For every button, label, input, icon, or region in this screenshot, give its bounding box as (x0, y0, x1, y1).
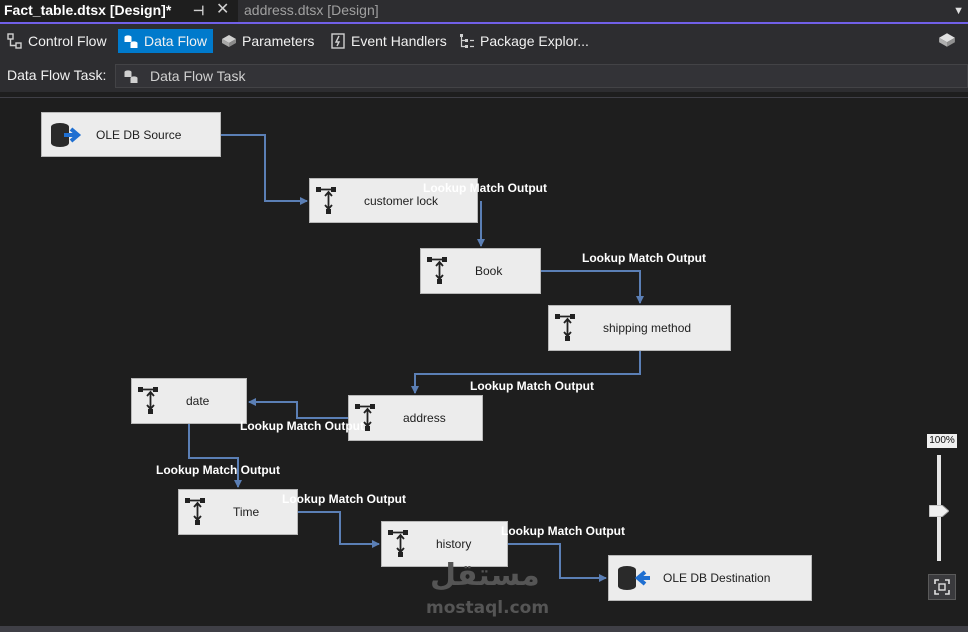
lookup-icon (388, 530, 408, 557)
component-date[interactable]: date (131, 378, 247, 424)
component-label: history (436, 537, 472, 551)
lookup-icon (138, 387, 158, 414)
path-book-to-shipping (541, 270, 644, 304)
lookup-icon (316, 187, 336, 214)
path-label-customer-lock[interactable]: Lookup Match Output (423, 181, 547, 195)
fit-to-window-icon (934, 579, 950, 595)
zoom-readout: 100% (927, 434, 957, 448)
path-label-history[interactable]: Lookup Match Output (501, 524, 625, 538)
component-label: Book (475, 264, 503, 278)
path-label-date[interactable]: Lookup Match Output (156, 463, 280, 477)
component-book[interactable]: Book (420, 248, 541, 294)
canvas-bottom-scrollbar[interactable] (0, 626, 968, 632)
watermark-arabic: مستقل (430, 558, 540, 593)
zoom-to-fit-button[interactable] (928, 574, 956, 600)
lookup-icon (555, 314, 575, 341)
database-source-icon (51, 123, 82, 147)
path-address-to-date (248, 398, 348, 419)
zoom-slider-thumb[interactable] (929, 505, 949, 517)
component-ole-db-source[interactable]: OLE DB Source (41, 112, 221, 157)
watermark-latin: mostaql.com (426, 598, 550, 618)
component-label: Time (233, 505, 260, 519)
component-ole-db-destination[interactable]: OLE DB Destination (608, 555, 812, 601)
database-destination-icon (618, 566, 650, 590)
component-time[interactable]: Time (178, 489, 298, 535)
path-label-address[interactable]: Lookup Match Output (240, 419, 364, 433)
component-label: date (186, 394, 210, 408)
component-label: address (403, 411, 446, 425)
path-label-shipping-method[interactable]: Lookup Match Output (470, 379, 594, 393)
component-label: customer lock (364, 193, 439, 208)
component-label: OLE DB Source (96, 127, 182, 142)
path-label-time[interactable]: Lookup Match Output (282, 492, 406, 506)
path-date-to-time (188, 424, 242, 488)
component-label: shipping method (603, 321, 692, 335)
lookup-icon (427, 257, 447, 284)
component-label: OLE DB Destination (663, 571, 771, 585)
component-shipping-method[interactable]: shipping method (548, 305, 731, 351)
path-label-book[interactable]: Lookup Match Output (582, 251, 706, 265)
path-source-to-customer-lock (221, 134, 308, 205)
path-time-to-history (298, 511, 380, 548)
lookup-icon (185, 498, 205, 525)
component-address[interactable]: address (348, 395, 483, 441)
watermark: مستقل mostaql.com (424, 558, 554, 622)
